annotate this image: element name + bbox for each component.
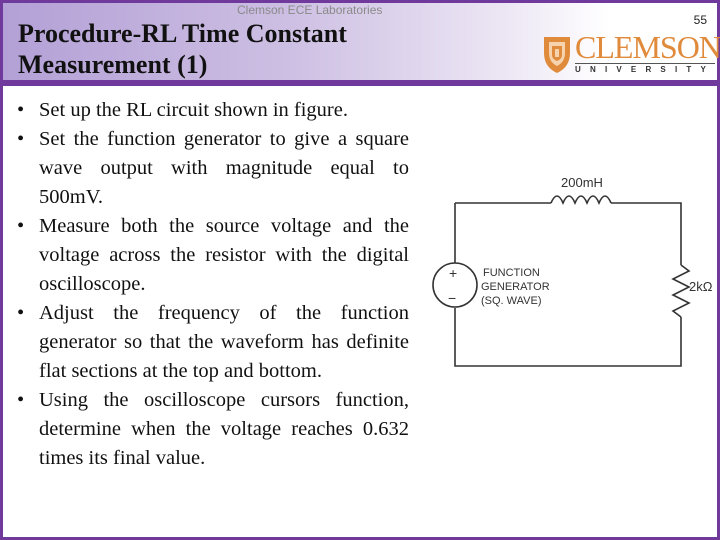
plus-sign: + [449,265,457,281]
resistor-symbol [671,264,691,318]
wire-bottom [454,308,682,367]
clemson-logo: CLEMSON UNIVERSITY [541,29,720,75]
title-line-2: Measurement (1) [18,50,208,79]
bullet-icon: • [17,128,25,150]
source-label-1: FUNCTION [483,267,540,279]
list-item: • Measure both the source voltage and the… [17,212,409,299]
lab-name: Clemson ECE Laboratories [237,3,383,17]
minus-sign: − [448,290,456,306]
list-item: • Using the oscilloscope cursors function… [17,386,409,473]
list-item-text: Using the oscilloscope cursors function,… [39,389,409,469]
list-item: • Adjust the frequency of the function ge… [17,299,409,386]
slide-title: Procedure-RL Time Constant Measurement (… [18,18,438,80]
logo-wordmark: CLEMSON [575,29,720,65]
list-item-text: Set up the RL circuit shown in figure. [39,99,348,121]
logo-subtitle: UNIVERSITY [575,63,716,74]
title-line-1: Procedure-RL Time Constant [18,19,347,48]
header-band: Clemson ECE Laboratories Procedure-RL Ti… [3,3,720,80]
procedure-list: • Set up the RL circuit shown in figure. … [17,96,409,473]
bullet-icon: • [17,302,25,324]
inductor-label: 200mH [561,175,603,190]
inductor-symbol [550,195,612,206]
list-item: • Set the function generator to give a sq… [17,125,409,212]
tiger-shield-icon [544,37,570,73]
source-label-2: GENERATOR [481,281,550,293]
list-item-text: Set the function generator to give a squ… [39,128,409,208]
bullet-icon: • [17,215,25,237]
bullet-icon: • [17,99,25,121]
source-label-3: (SQ. WAVE) [481,295,542,307]
header-divider [3,80,717,86]
wire-top-right [611,202,682,265]
slide: Clemson ECE Laboratories Procedure-RL Ti… [0,0,720,540]
list-item: • Set up the RL circuit shown in figure. [17,96,409,125]
resistor-label: 2kΩ [689,279,713,294]
bullet-icon: • [17,389,25,411]
list-item-text: Measure both the source voltage and the … [39,215,409,295]
page-number: 55 [693,13,707,27]
list-item-text: Adjust the frequency of the function gen… [39,302,409,382]
rl-circuit-diagram: 200mH 2kΩ FUNCTION GENERATOR (SQ. WAVE) … [432,175,713,367]
